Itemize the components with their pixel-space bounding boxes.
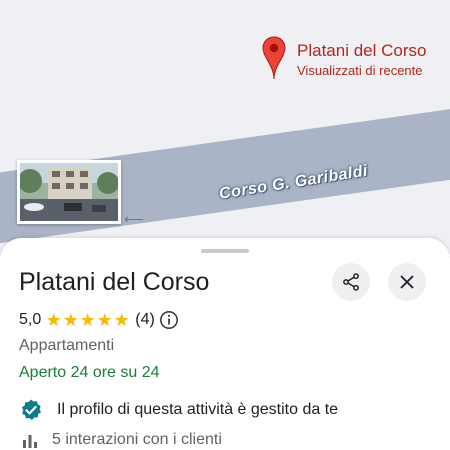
- rating-row[interactable]: 5,0 ★ ★ ★ ★ ★ (4): [19, 309, 179, 331]
- star-rating: ★ ★ ★ ★ ★: [45, 311, 130, 329]
- bar-chart-icon: [23, 435, 37, 448]
- share-button[interactable]: [332, 263, 370, 301]
- marker-place-name[interactable]: Platani del Corso: [297, 41, 426, 61]
- star-icon: ★: [113, 310, 130, 330]
- rating-value: 5,0: [19, 311, 42, 328]
- street-view-image: [20, 163, 118, 221]
- managed-profile-text: Il profilo di questa attività è gestito …: [57, 401, 339, 418]
- place-title: Platani del Corso: [19, 268, 210, 296]
- street-view-thumbnail[interactable]: [17, 160, 121, 224]
- star-icon: ★: [45, 310, 62, 330]
- verified-badge-icon: [21, 399, 41, 420]
- review-count: (4): [135, 311, 155, 328]
- customer-interactions-text: 5 interazioni con i clienti: [52, 431, 222, 448]
- managed-profile-row[interactable]: Il profilo di questa attività è gestito …: [19, 398, 338, 422]
- star-icon: ★: [62, 310, 79, 330]
- place-details-sheet: Platani del Corso 5,0 ★ ★ ★ ★ ★ (4) Appa…: [0, 238, 450, 450]
- share-icon: [343, 273, 359, 291]
- place-category: Appartamenti: [19, 337, 115, 354]
- close-icon: [400, 275, 414, 289]
- star-icon: ★: [79, 310, 96, 330]
- marker-subtitle: Visualizzati di recente: [297, 63, 423, 78]
- opening-hours[interactable]: Aperto 24 ore su 24: [19, 364, 160, 382]
- one-way-arrow-icon: ⟵: [124, 211, 145, 227]
- drag-handle[interactable]: [201, 249, 249, 253]
- close-button[interactable]: [388, 263, 426, 301]
- info-icon[interactable]: [159, 310, 179, 330]
- star-icon: ★: [96, 310, 113, 330]
- map-pin-icon[interactable]: [262, 36, 286, 80]
- customer-interactions-row[interactable]: 5 interazioni con i clienti: [22, 430, 222, 450]
